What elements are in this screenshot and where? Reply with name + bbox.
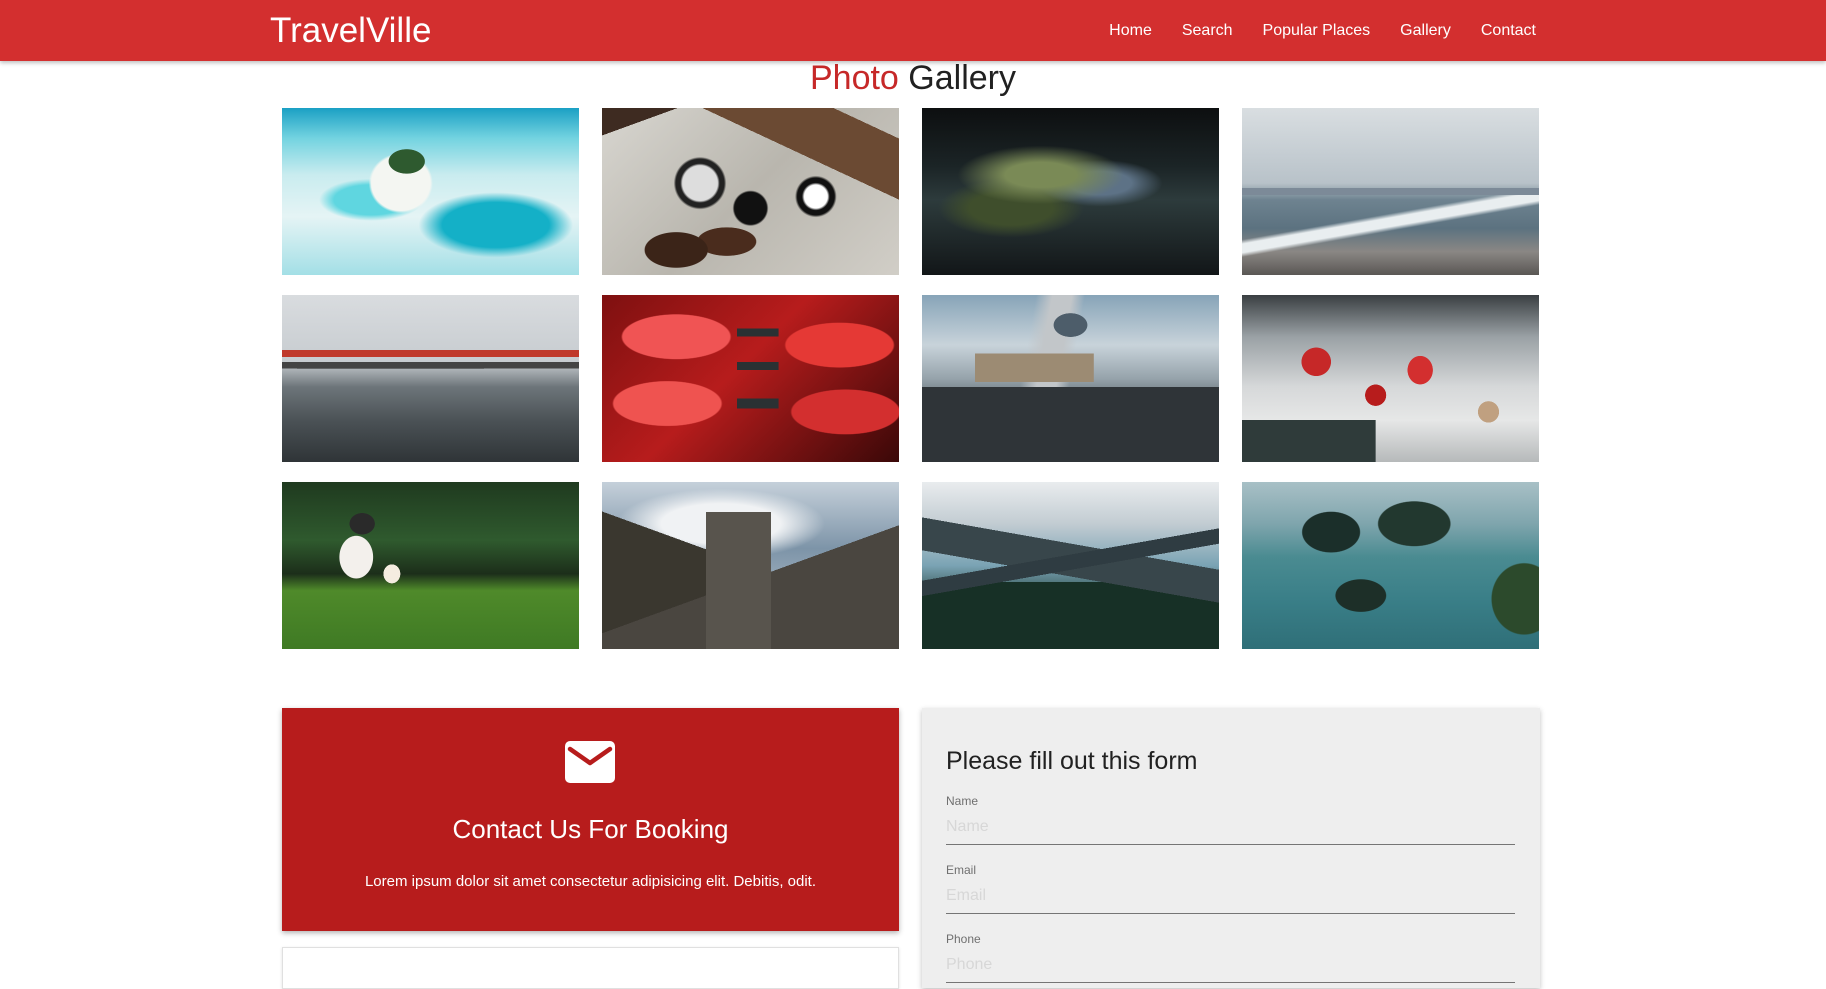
nav-link-search[interactable]: Search <box>1182 22 1233 40</box>
gallery-photo-cave[interactable] <box>922 108 1219 275</box>
gallery-title-accent: Photo <box>809 59 899 97</box>
brand-logo[interactable]: TravelVille <box>270 11 431 51</box>
phone-label: Phone <box>946 932 981 946</box>
gallery-photo-pond-family[interactable] <box>282 482 579 649</box>
gallery-photo-red-chairs[interactable] <box>602 295 899 462</box>
nav-link-gallery[interactable]: Gallery <box>1400 22 1451 40</box>
gallery-photo-beach[interactable] <box>1242 108 1539 275</box>
photo-grid <box>282 108 1540 649</box>
contact-description: Lorem ipsum dolor sit amet consectetur a… <box>364 873 817 890</box>
contact-title: Contact Us For Booking <box>452 814 729 844</box>
gallery-title: Photo Gallery <box>0 58 1826 98</box>
gallery-photo-city-bridge[interactable] <box>922 295 1219 462</box>
name-field-group: Name <box>946 794 1515 845</box>
gallery-photo-bay-islands[interactable] <box>1242 482 1539 649</box>
name-label: Name <box>946 794 979 808</box>
name-input[interactable] <box>946 814 1515 845</box>
gallery-photo-cathedral[interactable] <box>602 482 899 649</box>
booking-form: Please fill out this form Name Email Pho… <box>922 708 1540 988</box>
nav-links: Home Search Popular Places Gallery Conta… <box>1109 0 1536 61</box>
navbar: TravelVille Home Search Popular Places G… <box>0 0 1826 61</box>
secondary-card <box>282 947 899 989</box>
gallery-photo-pier[interactable] <box>282 295 579 462</box>
form-title: Please fill out this form <box>946 747 1198 775</box>
gallery-photo-island-lagoon[interactable] <box>282 108 579 275</box>
email-label: Email <box>946 863 977 877</box>
mail-icon <box>565 741 615 783</box>
gallery-photo-lanterns[interactable] <box>1242 295 1539 462</box>
nav-link-popular-places[interactable]: Popular Places <box>1263 22 1371 40</box>
nav-link-contact[interactable]: Contact <box>1481 22 1536 40</box>
gallery-photo-mountain-forest[interactable] <box>922 482 1219 649</box>
contact-card: Contact Us For Booking Lorem ipsum dolor… <box>282 708 899 931</box>
gallery-photo-travel-flatlay[interactable] <box>602 108 899 275</box>
email-input[interactable] <box>946 883 1515 914</box>
phone-input[interactable] <box>946 952 1515 983</box>
phone-field-group: Phone <box>946 932 1515 983</box>
nav-link-home[interactable]: Home <box>1109 22 1152 40</box>
email-field-group: Email <box>946 863 1515 914</box>
gallery-title-rest: Gallery <box>908 59 1016 97</box>
